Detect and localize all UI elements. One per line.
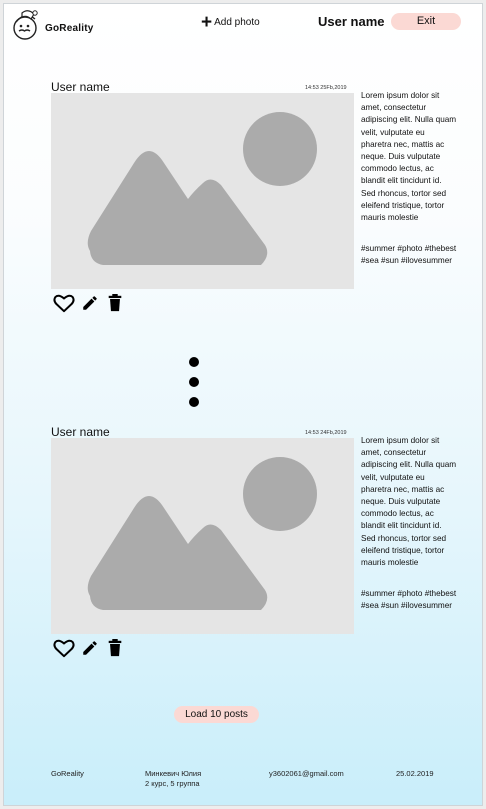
post-text: Lorem ipsum dolor sit amet, consectetur … — [361, 91, 457, 223]
footer-author-name: Минкевич Юлия — [145, 769, 202, 778]
footer-author: Минкевич Юлия 2 курс, 5 группа — [145, 769, 201, 789]
post-timestamp: 14:53 24Fb,2019 — [305, 430, 347, 436]
load-more-button[interactable]: Load 10 posts — [174, 706, 259, 723]
header: GoReality + Add photo User name Exit — [4, 4, 482, 44]
footer-date: 25.02.2019 — [396, 769, 434, 778]
more-vertical-icon[interactable] — [187, 354, 201, 414]
post-card: User name 14:53 25Fb,2019 Lorem ipsum do… — [51, 80, 461, 320]
heart-icon[interactable] — [53, 638, 75, 658]
post-image[interactable] — [51, 438, 354, 634]
plus-icon: + — [201, 12, 213, 33]
post-card: User name 14:53 24Fb,2019 Lorem ipsum do… — [51, 425, 461, 665]
footer-author-group: 2 курс, 5 группа — [145, 779, 200, 788]
pencil-icon[interactable] — [81, 639, 99, 657]
post-text: Lorem ipsum dolor sit amet, consectetur … — [361, 436, 457, 568]
add-photo-button[interactable]: + Add photo — [201, 12, 260, 33]
post-actions — [53, 293, 133, 315]
footer-brand: GoReality — [51, 769, 84, 778]
logo-icon[interactable] — [10, 7, 44, 41]
post-tags[interactable]: #summer #photo #thebest #sea #sun #ilove… — [361, 588, 457, 612]
current-user-name[interactable]: User name — [318, 14, 384, 29]
page-frame: GoReality + Add photo User name Exit Use… — [3, 3, 483, 806]
post-timestamp: 14:53 25Fb,2019 — [305, 85, 347, 91]
exit-button[interactable]: Exit — [391, 13, 461, 30]
footer-email[interactable]: y3602061@gmail.com — [269, 769, 344, 778]
post-author[interactable]: User name — [51, 425, 110, 439]
image-placeholder-icon — [87, 457, 317, 610]
trash-icon[interactable] — [107, 639, 123, 657]
post-tags[interactable]: #summer #photo #thebest #sea #sun #ilove… — [361, 243, 457, 267]
add-photo-label: Add photo — [214, 17, 260, 28]
trash-icon[interactable] — [107, 294, 123, 312]
post-image[interactable] — [51, 93, 354, 289]
logo-text[interactable]: GoReality — [45, 23, 93, 34]
heart-icon[interactable] — [53, 293, 75, 313]
post-actions — [53, 638, 133, 660]
pencil-icon[interactable] — [81, 294, 99, 312]
image-placeholder-icon — [87, 112, 317, 265]
post-author[interactable]: User name — [51, 80, 110, 94]
